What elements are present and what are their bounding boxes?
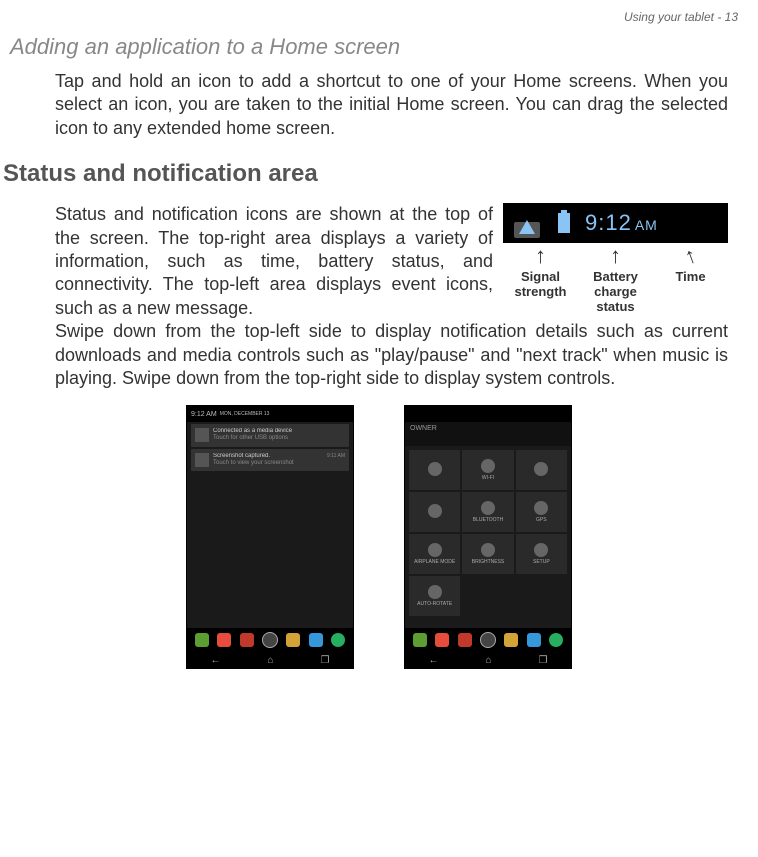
- image-icon: [195, 453, 209, 467]
- back-icon: ←: [428, 655, 438, 666]
- body-adding-app: Tap and hold an icon to add a shortcut t…: [55, 70, 728, 140]
- ss-notification-item: Connected as a media device Touch for ot…: [191, 424, 349, 446]
- wifi-icon: [516, 212, 538, 234]
- dock-app-icon: [480, 632, 496, 648]
- dock-app-icon: [195, 633, 209, 647]
- ss-quick-grid: WI-FI BLUETOOTH GPS AIRPLANE MODE BRIGHT…: [405, 446, 571, 620]
- arrow-icon: ↑: [535, 245, 546, 267]
- ss-date: MON, DECEMBER 13: [220, 411, 270, 417]
- dock-app-icon: [435, 633, 449, 647]
- body-swipe-instructions: Swipe down from the top-left side to dis…: [55, 320, 728, 390]
- ss-statusbar: 9:12 AM MON, DECEMBER 13: [187, 406, 353, 422]
- tile-icon: [534, 501, 548, 515]
- dock-app-icon: [331, 633, 345, 647]
- notif-sub: Touch for other USB options: [213, 435, 345, 442]
- screenshot-quicksettings: OWNER WI-FI BLUETOOTH GPS AIRPLANE MODE …: [404, 405, 572, 669]
- quick-tile: BRIGHTNESS: [462, 534, 513, 574]
- dock-app-icon: [504, 633, 518, 647]
- dock-app-icon: [240, 633, 254, 647]
- section-title-adding-app: Adding an application to a Home screen: [10, 34, 748, 60]
- dock-app-icon: [309, 633, 323, 647]
- status-intro-row: Status and notification icons are shown …: [55, 203, 728, 320]
- dock-app-icon: [286, 633, 300, 647]
- quick-tile: SETUP: [516, 534, 567, 574]
- callout-labels: Signal strength Battery charge status Ti…: [503, 269, 728, 314]
- time-display: 9:12 AM: [585, 210, 658, 236]
- dock-app-icon: [262, 632, 278, 648]
- ss-navbar: ← ⌂ ❐: [405, 652, 571, 668]
- recent-icon: ❐: [539, 655, 548, 666]
- ss-dock: [405, 628, 571, 652]
- page-label: Using your tablet - 13: [624, 10, 738, 24]
- tile-icon: [534, 462, 548, 476]
- dock-app-icon: [527, 633, 541, 647]
- quick-tile: GPS: [516, 492, 567, 532]
- label-signal: Signal strength: [503, 269, 578, 314]
- recent-icon: ❐: [321, 655, 330, 666]
- tile-icon: [428, 585, 442, 599]
- tile-icon: [481, 501, 495, 515]
- ss-time: 9:12 AM: [191, 411, 217, 418]
- tile-icon: [428, 543, 442, 557]
- notif-title: Screenshot captured.: [213, 453, 323, 460]
- arrow-icon: ↑: [682, 244, 700, 268]
- tile-icon: [481, 543, 495, 557]
- dock-app-icon: [549, 633, 563, 647]
- dock-app-icon: [413, 633, 427, 647]
- ss-dock: [187, 628, 353, 652]
- tile-icon: [428, 462, 442, 476]
- label-battery: Battery charge status: [578, 269, 653, 314]
- quick-tile: [409, 492, 460, 532]
- quick-tile: [516, 450, 567, 490]
- dock-app-icon: [458, 633, 472, 647]
- tile-icon: [428, 504, 442, 518]
- status-bar-mock: 9:12 AM: [503, 203, 728, 243]
- ss-notification-item: Screenshot captured. Touch to view your …: [191, 449, 349, 471]
- ss-statusbar: [405, 406, 571, 422]
- time-value: 9:12: [585, 210, 632, 236]
- tile-icon: [534, 543, 548, 557]
- dock-app-icon: [217, 633, 231, 647]
- screenshot-notifications: 9:12 AM MON, DECEMBER 13 Connected as a …: [186, 405, 354, 669]
- section-title-status: Status and notification area: [3, 160, 758, 188]
- screenshots-row: 9:12 AM MON, DECEMBER 13 Connected as a …: [0, 405, 758, 669]
- notif-title: Connected as a media device: [213, 428, 345, 435]
- tile-icon: [481, 459, 495, 473]
- ss-owner-header: OWNER: [405, 422, 571, 446]
- status-bar-diagram: 9:12 AM ↑ ↑ ↑ Signal strength Battery ch…: [503, 203, 728, 320]
- notif-time: 9:11 AM: [327, 453, 345, 467]
- ss-navbar: ← ⌂ ❐: [187, 652, 353, 668]
- quick-tile: BLUETOOTH: [462, 492, 513, 532]
- notif-sub: Touch to view your screenshot: [213, 460, 323, 467]
- quick-tile: WI-FI: [462, 450, 513, 490]
- callout-arrows: ↑ ↑ ↑: [503, 245, 728, 267]
- quick-tile: [409, 450, 460, 490]
- body-status-intro: Status and notification icons are shown …: [55, 203, 493, 320]
- battery-icon: [558, 213, 570, 233]
- home-icon: ⌂: [267, 655, 273, 666]
- quick-tile: AUTO-ROTATE: [409, 576, 460, 616]
- home-icon: ⌂: [485, 655, 491, 666]
- time-ampm: AM: [635, 217, 658, 233]
- ss-notification-panel: Connected as a media device Touch for ot…: [187, 422, 353, 628]
- page-header: Using your tablet - 13: [0, 0, 758, 29]
- usb-icon: [195, 428, 209, 442]
- back-icon: ←: [210, 655, 220, 666]
- ss-quick-panel: WI-FI BLUETOOTH GPS AIRPLANE MODE BRIGHT…: [405, 446, 571, 628]
- quick-tile: AIRPLANE MODE: [409, 534, 460, 574]
- label-time: Time: [653, 269, 728, 314]
- arrow-icon: ↑: [610, 245, 621, 267]
